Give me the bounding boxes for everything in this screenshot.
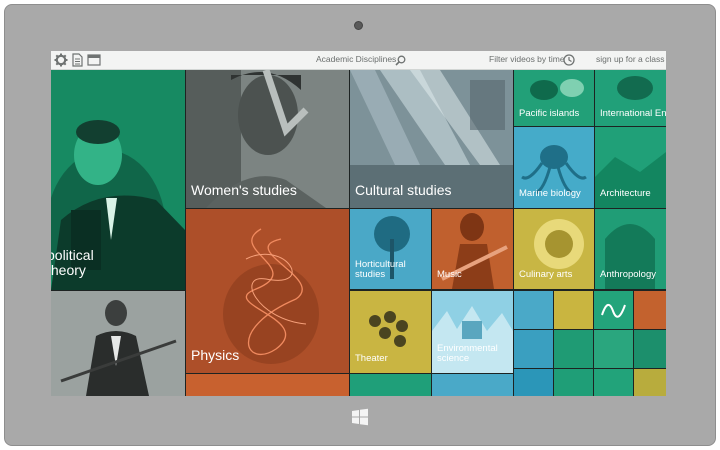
tile-label: Culinary arts (519, 269, 573, 280)
window-icon[interactable] (87, 53, 101, 67)
tile-label: Pacific islands (519, 108, 580, 119)
camera (354, 21, 363, 30)
mosaic-tile[interactable] (594, 330, 633, 368)
mosaic-tile[interactable] (554, 369, 593, 396)
tile-theater[interactable]: Theater (350, 291, 431, 373)
search-icon[interactable] (395, 55, 406, 66)
top-toolbar: Academic Disciplines Filter videos by ti… (51, 51, 666, 70)
tile-music[interactable]: Music (432, 209, 513, 289)
tile-cultural-studies[interactable]: Cultural studies (350, 70, 513, 208)
mosaic-tile[interactable] (594, 291, 633, 329)
mosaic-tile[interactable] (634, 291, 666, 329)
tile-international[interactable]: International En (595, 70, 666, 126)
tile-archive-photo[interactable] (51, 291, 185, 396)
tile-orange-strip[interactable] (186, 374, 349, 396)
mosaic-tile[interactable] (634, 369, 666, 396)
tile-label: Women's studies (191, 182, 297, 198)
mosaic-tile[interactable] (594, 369, 633, 396)
tile-label: political theory (51, 247, 94, 278)
tile-label: Music (437, 269, 462, 280)
filter-label[interactable]: Filter videos by time (489, 54, 565, 64)
tile-culinary-arts[interactable]: Culinary arts (514, 209, 594, 289)
tile-label: Architecture (600, 188, 651, 199)
clock-icon[interactable] (563, 54, 575, 66)
tile-physics[interactable]: Physics (186, 209, 349, 373)
tile-label: Theater (355, 353, 388, 364)
mosaic-tile[interactable] (514, 291, 553, 329)
tile-political-theory[interactable]: political theory (51, 70, 185, 290)
mosaic-tile[interactable] (634, 330, 666, 368)
tile-label: Physics (191, 347, 240, 363)
mosaic-tile[interactable] (554, 330, 593, 368)
waveform-icon (601, 304, 626, 318)
search-label[interactable]: Academic Disciplines (316, 54, 396, 64)
mosaic-tile[interactable] (554, 291, 593, 329)
tile-pacific-islands[interactable]: Pacific islands (514, 70, 594, 126)
tile-label: Marine biology (519, 188, 581, 199)
windows-logo-icon[interactable] (351, 408, 369, 426)
tile-horticultural-studies[interactable]: Horticultural studies (350, 209, 431, 289)
tile-marine-biology[interactable]: Marine biology (514, 127, 594, 208)
mosaic-tile[interactable] (514, 330, 553, 368)
mosaic-tile[interactable] (514, 369, 553, 396)
signup-link[interactable]: sign up for a class (596, 54, 665, 64)
tile-architecture[interactable]: Architecture (595, 127, 666, 208)
tile-label: Horticultural studies (355, 259, 406, 280)
tile-environmental-science[interactable]: Environmental science (432, 291, 513, 373)
tile-label: Cultural studies (355, 182, 452, 198)
tile-anthropology[interactable]: Anthropology (595, 209, 666, 289)
tile-label: Environmental science (437, 343, 498, 364)
tile-image-man-instrument (51, 291, 185, 396)
tile-label: Anthropology (600, 269, 656, 280)
document-icon[interactable] (72, 53, 83, 67)
tile-label: International En (600, 108, 666, 119)
tile-blue-strip[interactable] (432, 374, 513, 396)
tile-womens-studies[interactable]: Women's studies (186, 70, 349, 208)
app-screen: political theory Women's studies (51, 51, 666, 396)
gear-icon[interactable] (54, 53, 68, 67)
tile-teal-strip[interactable] (350, 374, 431, 396)
